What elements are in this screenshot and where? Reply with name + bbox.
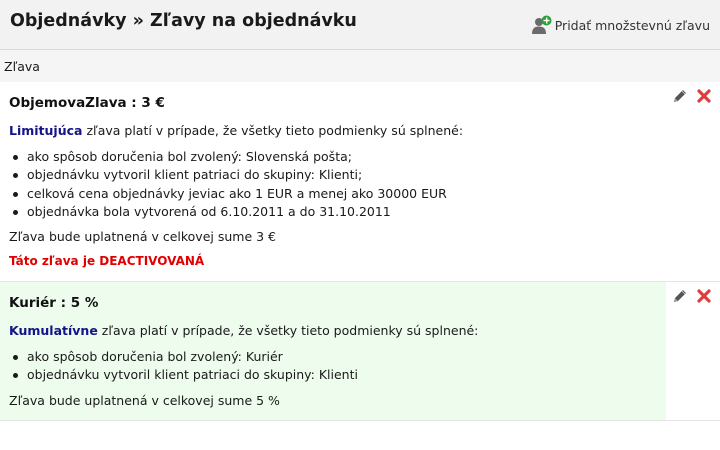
page-title: Objednávky » Zľavy na objednávku (10, 11, 357, 31)
discount-actions (672, 288, 712, 304)
add-discount-label: Pridať množstevnú zľavu (554, 17, 710, 33)
delete-icon[interactable] (696, 288, 712, 304)
discount-title: Kuriér : 5 % (9, 295, 99, 311)
edit-icon[interactable] (672, 88, 688, 104)
add-discount-button[interactable]: Pridať množstevnú zľavu (531, 15, 710, 35)
list-item: objednávka bola vytvorená od 6.10.2011 a… (9, 203, 447, 221)
discount-applied-text: Zľava bude uplatnená v celkovej sume 3 € (9, 229, 276, 244)
discount-card: ObjemovaZlava : 3 € Limitujúca zľava pla… (0, 82, 720, 282)
discount-condition: Limitujúca zľava platí v prípade, že vše… (9, 123, 463, 138)
discount-actions (672, 88, 712, 104)
condition-text: zľava platí v prípade, že všetky tieto p… (97, 323, 479, 338)
discount-rules: ako spôsob doručenia bol zvolený: Kuriér… (9, 348, 358, 385)
discount-title: ObjemovaZlava : 3 € (9, 95, 165, 111)
discount-type: Limitujúca (9, 123, 83, 138)
discount-condition: Kumulatívne zľava platí v prípade, že vš… (9, 323, 478, 338)
condition-text: zľava platí v prípade, že všetky tieto p… (82, 123, 464, 138)
edit-icon[interactable] (672, 288, 688, 304)
list-item: ako spôsob doručenia bol zvolený: Kuriér (9, 348, 358, 366)
list-item: ako spôsob doručenia bol zvolený: Sloven… (9, 148, 447, 166)
discount-card: Kuriér : 5 % Kumulatívne zľava platí v p… (0, 282, 720, 421)
discount-type: Kumulatívne (9, 323, 98, 338)
delete-icon[interactable] (696, 88, 712, 104)
add-user-icon (531, 15, 552, 34)
discount-applied-text: Zľava bude uplatnená v celkovej sume 5 % (9, 393, 280, 408)
list-item: celková cena objednávky jeviac ako 1 EUR… (9, 185, 447, 203)
section-header: Zľava (0, 50, 720, 82)
list-item: objednávku vytvoril klient patriaci do s… (9, 366, 358, 384)
discount-rules: ako spôsob doručenia bol zvolený: Sloven… (9, 148, 447, 221)
page-header: Objednávky » Zľavy na objednávku Pridať … (0, 0, 720, 50)
list-item: objednávku vytvoril klient patriaci do s… (9, 166, 447, 184)
status-badge: Táto zľava je DEACTIVOVANÁ (9, 254, 205, 268)
